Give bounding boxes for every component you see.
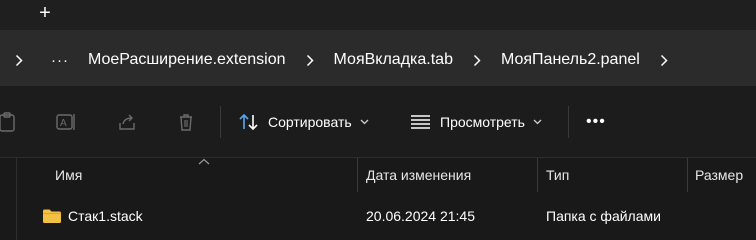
tab-strip: + xyxy=(0,0,756,32)
column-date-modified[interactable]: Дата изменения xyxy=(366,158,536,192)
column-header: Имя Дата изменения Тип Размер xyxy=(0,158,756,192)
breadcrumb-chevron-icon[interactable] xyxy=(0,34,38,86)
column-size[interactable]: Размер xyxy=(695,158,756,192)
column-divider[interactable] xyxy=(687,158,688,192)
file-type: Папка с файлами xyxy=(546,208,661,224)
view-button[interactable]: Просмотреть xyxy=(410,108,542,136)
more-options-button[interactable]: ••• xyxy=(586,108,606,136)
rename-icon[interactable]: A xyxy=(52,108,80,136)
command-divider xyxy=(220,106,221,138)
more-icon: ••• xyxy=(586,113,606,130)
sort-icon xyxy=(239,113,258,131)
column-divider[interactable] xyxy=(357,158,358,192)
breadcrumb-chevron-icon[interactable] xyxy=(457,34,497,86)
paste-icon[interactable] xyxy=(0,108,22,136)
breadcrumb-chevron-icon[interactable] xyxy=(644,34,684,86)
file-name-cell: Стак1.stack xyxy=(42,196,143,236)
address-bar[interactable]: ··· МоеРасширение.extension МояВкладка.t… xyxy=(0,34,756,86)
svg-text:A: A xyxy=(60,118,67,129)
folder-icon xyxy=(43,209,61,223)
view-list-icon xyxy=(411,115,430,129)
chevron-down-icon xyxy=(360,119,369,125)
view-label: Просмотреть xyxy=(440,114,525,130)
sort-button[interactable]: Сортировать xyxy=(238,108,369,136)
plus-icon: + xyxy=(39,2,51,24)
new-tab-button[interactable]: + xyxy=(30,0,60,26)
sort-label: Сортировать xyxy=(268,114,352,130)
breadcrumb-chevron-icon[interactable] xyxy=(290,34,330,86)
share-icon[interactable] xyxy=(113,108,141,136)
file-modified: 20.06.2024 21:45 xyxy=(366,208,475,224)
breadcrumb-overflow-button[interactable]: ··· xyxy=(40,34,80,86)
chevron-down-icon xyxy=(533,119,542,125)
breadcrumb-item-tab[interactable]: МояВкладка.tab xyxy=(330,51,457,69)
column-type[interactable]: Тип xyxy=(546,158,686,192)
file-name: Стак1.stack xyxy=(68,208,143,224)
command-divider xyxy=(568,106,569,138)
column-divider[interactable] xyxy=(537,158,538,192)
delete-icon[interactable] xyxy=(172,108,200,136)
breadcrumb-item-panel[interactable]: МояПанель2.panel xyxy=(497,51,644,69)
column-name[interactable]: Имя xyxy=(55,158,355,192)
breadcrumb: ··· МоеРасширение.extension МояВкладка.t… xyxy=(0,34,684,86)
table-row[interactable]: Стак1.stack 20.06.2024 21:45 Папка с фай… xyxy=(0,196,756,236)
breadcrumb-item-extension[interactable]: МоеРасширение.extension xyxy=(84,51,290,69)
command-bar: A Сортировать Просмотреть ••• xyxy=(0,86,756,158)
